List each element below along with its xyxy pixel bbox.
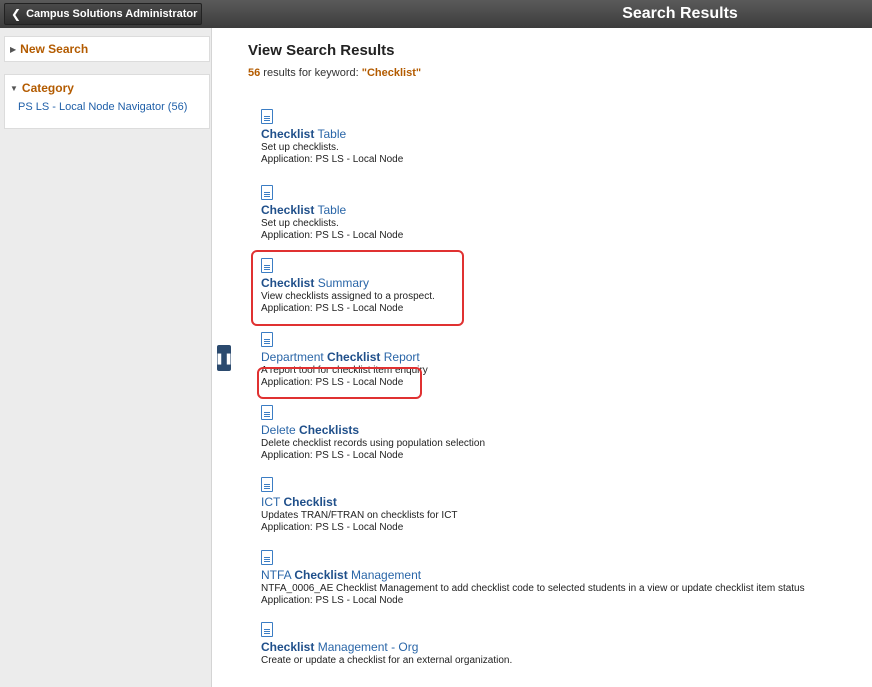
new-search-toggle[interactable]: ▶ New Search [5,37,209,61]
results-keyword: "Checklist" [361,67,422,79]
result-application: Application: PS LS - Local Node [261,522,404,533]
result-title-part: ICT [261,495,284,509]
result-description: Delete checklist records using populatio… [261,438,486,449]
result-title-part: Management - Org [314,640,419,654]
result-title-link[interactable]: Checklist Table [261,127,861,142]
result-title-part: Department [261,350,328,364]
results-summary-text: results for keyword: [260,67,362,79]
document-icon [261,185,273,200]
result-title-part: Report [380,350,420,364]
result-description: Create or update a checklist for an exte… [261,655,513,666]
result-title-link[interactable]: NTFA Checklist Management [261,568,861,583]
search-result-item: Checklist Management - Org Create or upda… [261,622,861,667]
result-application: Application: PS LS - Local Node [261,154,404,165]
sidebar: ▶ New Search ▼ Category PS LS - Local No… [0,28,212,687]
result-description: Updates TRAN/FTRAN on checklists for ICT [261,510,458,521]
results-heading: View Search Results [248,42,395,59]
document-icon [261,622,273,637]
result-title-link[interactable]: Department Checklist Report [261,350,861,365]
search-result-item: Checklist Table Set up checklists. Applica… [261,185,861,241]
result-title-part: Checklists [299,423,360,437]
result-application: Application: PS LS - Local Node [261,595,404,606]
result-application: Application: PS LS - Local Node [261,450,404,461]
back-button[interactable]: ❮ Campus Solutions Administrator [4,3,202,25]
category-label: Category [21,81,74,95]
results-summary: 56 results for keyword: "Checklist" [248,67,421,79]
search-result-item: ICT Checklist Updates TRAN/FTRAN on check… [261,477,861,533]
result-title-part: Management [347,568,422,582]
results-count: 56 [248,67,261,79]
highlight-box [257,367,422,399]
triangle-down-icon: ▼ [10,83,18,93]
document-icon [261,550,273,565]
result-title-part: Checklist [327,350,381,364]
new-search-label: New Search [20,42,89,56]
result-title-part: Delete [261,423,300,437]
result-application: Application: PS LS - Local Node [261,230,404,241]
result-title-part: Checklist [283,495,337,509]
result-title-link[interactable]: Checklist Table [261,203,861,218]
result-description: NTFA_0006_AE Checklist Management to add… [261,583,805,594]
document-icon [261,109,273,124]
search-result-item: Checklist Table Set up checklists. Applica… [261,109,861,165]
result-title-link[interactable]: Checklist Management - Org [261,640,861,655]
search-result-item: NTFA Checklist Management NTFA_0006_AE Ch… [261,550,861,606]
result-description: Set up checklists. [261,218,339,229]
document-icon [261,477,273,492]
new-search-panel: ▶ New Search [4,36,210,62]
category-toggle[interactable]: ▼ Category [5,75,209,101]
back-button-label: Campus Solutions Administrator [26,8,198,20]
result-description: Set up checklists. [261,142,339,153]
category-panel: ▼ Category PS LS - Local Node Navigator … [4,74,210,129]
result-title-link[interactable]: ICT Checklist [261,495,861,510]
result-title-link[interactable]: Delete Checklists [261,423,861,438]
result-title-part: NTFA [261,568,295,582]
document-icon [261,332,273,347]
result-title-part: Checklist [261,640,315,654]
collapse-sidebar-handle[interactable]: ❚❚ [215,345,233,371]
category-link-local-node[interactable]: PS LS - Local Node Navigator (56) [5,101,209,113]
page-title: Search Results [622,5,738,22]
result-title-part: Checklist [261,203,315,217]
result-title-part: Checklist [261,127,315,141]
top-bar: ❮ Campus Solutions Administrator Search … [0,0,872,28]
result-title-part: Table [314,203,347,217]
document-icon [261,405,273,420]
search-result-item: Delete Checklists Delete checklist record… [261,405,861,461]
triangle-right-icon: ▶ [10,44,17,54]
result-title-part: Table [314,127,347,141]
result-title-part: Checklist [294,568,348,582]
highlight-box [251,250,464,326]
chevron-left-icon: ❮ [11,7,22,21]
